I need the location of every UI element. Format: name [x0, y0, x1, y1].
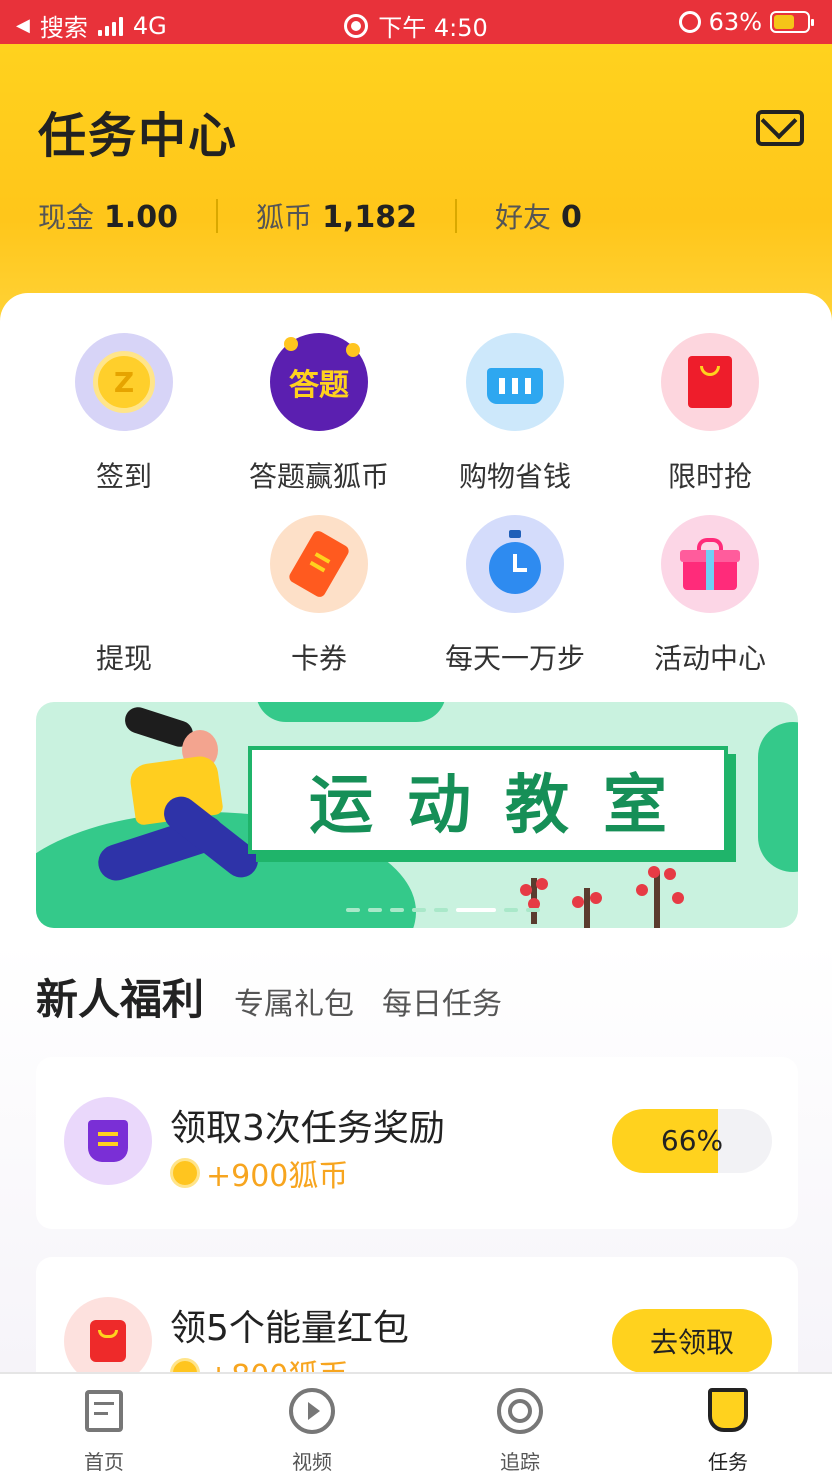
- target-icon: [497, 1388, 543, 1434]
- gift-icon: [661, 515, 759, 613]
- grid-label: 答题赢狐币: [248, 460, 389, 493]
- recording-icon: [344, 13, 369, 38]
- task-card[interactable]: 领取3次任务奖励 +900狐币 66%: [36, 1057, 798, 1229]
- divider: [454, 199, 457, 233]
- tab-exclusive[interactable]: 专属礼包: [234, 979, 354, 1023]
- nav-label: 追踪: [500, 1450, 540, 1474]
- reward-amount: +900狐币: [206, 1159, 349, 1194]
- task-title: 领取3次任务奖励: [170, 1108, 445, 1149]
- grid-label: 每天一万步: [444, 642, 585, 675]
- nav-item-tracking[interactable]: 追踪: [416, 1374, 624, 1480]
- battery-percent: 63%: [708, 8, 762, 36]
- nav-item-video[interactable]: 视频: [208, 1374, 416, 1480]
- quiz-icon: 答题: [270, 333, 368, 431]
- grid-item-checkin[interactable]: Z 签到: [34, 333, 214, 495]
- banner-decoration: [256, 702, 446, 722]
- withdraw-icon-placeholder: [75, 515, 173, 613]
- banner-title-board: 运动教室: [248, 746, 728, 854]
- grid-label: 提现: [95, 642, 152, 675]
- tab-newcomer[interactable]: 新人福利: [36, 966, 204, 1027]
- status-bar: ◀ 搜索 4G 下午 4:50 63%: [0, 0, 832, 44]
- grid-item-withdraw[interactable]: 提现: [34, 515, 214, 677]
- clock-time: 下午 4:50: [378, 14, 488, 42]
- progress-text: 66%: [660, 1124, 724, 1157]
- promo-banner[interactable]: 运动教室: [36, 702, 798, 928]
- home-doc-icon: [81, 1388, 127, 1434]
- rotation-lock-icon: [678, 11, 701, 33]
- grid-item-shopping[interactable]: 购物省钱: [425, 333, 605, 495]
- grid-label: 签到: [95, 460, 152, 493]
- stat-value: 1,182: [322, 200, 417, 235]
- stat-cash[interactable]: 现金 1.00: [38, 196, 178, 236]
- nav-label: 首页: [84, 1450, 124, 1474]
- stat-value: 0: [560, 200, 582, 235]
- task-progress-bar: 66%: [612, 1109, 772, 1173]
- task-shield-icon: [705, 1388, 751, 1434]
- page-title: 任务中心: [38, 108, 239, 164]
- task-badge-icon: [64, 1097, 152, 1185]
- grid-label: 购物省钱: [458, 460, 571, 493]
- task-reward: +900狐币: [170, 1151, 348, 1195]
- grid-item-quiz[interactable]: 答题 答题赢狐币: [229, 333, 409, 495]
- stats-bar: 现金 1.00 狐币 1,182 好友 0: [38, 196, 582, 236]
- tab-daily[interactable]: 每日任务: [382, 979, 502, 1023]
- mail-icon[interactable]: [756, 110, 804, 146]
- shopping-basket-icon: [466, 333, 564, 431]
- stopwatch-icon: [466, 515, 564, 613]
- quiz-icon-text: 答题: [289, 368, 349, 403]
- coin-icon: [170, 1158, 200, 1188]
- stat-label: 现金: [38, 201, 95, 234]
- grid-label: 限时抢: [667, 460, 752, 493]
- bottom-nav: 首页 视频 追踪 任务: [0, 1372, 832, 1480]
- stat-value: 1.00: [104, 200, 179, 235]
- nav-label: 任务: [708, 1450, 748, 1474]
- coupon-icon: [270, 515, 368, 613]
- grid-item-steps[interactable]: 每天一万步: [425, 515, 605, 677]
- banner-title: 运动教室: [309, 769, 701, 843]
- play-icon: [289, 1388, 335, 1434]
- stat-label: 狐币: [256, 201, 313, 234]
- stat-friends[interactable]: 好友 0: [495, 196, 582, 236]
- carousel-indicator[interactable]: [346, 908, 540, 912]
- coin-icon: Z: [75, 333, 173, 431]
- claim-button[interactable]: 去领取: [612, 1309, 772, 1373]
- nav-item-home[interactable]: 首页: [0, 1374, 208, 1480]
- stat-label: 好友: [494, 201, 551, 234]
- stat-coins[interactable]: 狐币 1,182: [256, 196, 417, 236]
- banner-decoration: [758, 722, 798, 872]
- grid-label: 卡券: [290, 642, 347, 675]
- task-title: 领5个能量红包: [170, 1308, 409, 1349]
- grid-label: 活动中心: [653, 642, 766, 675]
- nav-label: 视频: [292, 1450, 332, 1474]
- task-tabs: 新人福利 专属礼包 每日任务: [36, 966, 530, 1027]
- grid-item-flash-sale[interactable]: 限时抢: [620, 333, 800, 495]
- divider: [216, 199, 219, 233]
- grid-item-coupons[interactable]: 卡券: [229, 515, 409, 677]
- shopping-bag-icon: [661, 333, 759, 431]
- header: 任务中心 现金 1.00 狐币 1,182 好友 0: [0, 44, 832, 334]
- battery-icon: [770, 11, 814, 33]
- nav-item-tasks[interactable]: 任务: [624, 1374, 832, 1480]
- grid-item-events[interactable]: 活动中心: [620, 515, 800, 677]
